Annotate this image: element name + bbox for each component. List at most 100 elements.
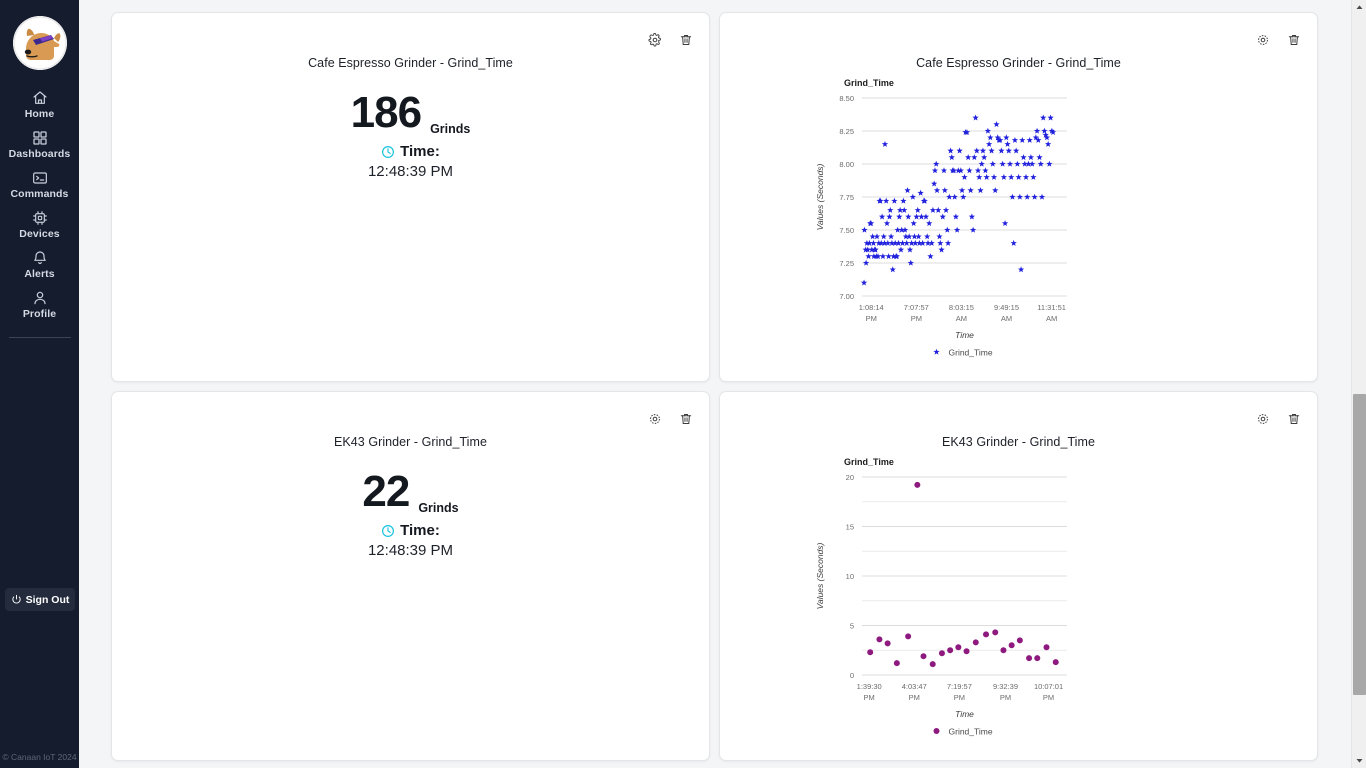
metric-body: 22 Grinds Time: 12:48:39 PM [112, 467, 709, 560]
svg-text:Values (Seconds): Values (Seconds) [815, 542, 825, 609]
sidebar-item-commands[interactable]: Commands [0, 164, 79, 204]
chip-icon [32, 209, 48, 226]
gear-icon[interactable] [1255, 32, 1270, 47]
svg-text:PM: PM [911, 314, 922, 323]
sign-out-button[interactable]: Sign Out [5, 588, 75, 611]
sidebar-divider [8, 337, 71, 338]
card-title: EK43 Grinder - Grind_Time [942, 435, 1095, 449]
sign-out-label: Sign Out [25, 593, 70, 606]
trash-icon[interactable] [678, 32, 693, 47]
svg-text:20: 20 [846, 473, 854, 482]
trash-icon[interactable] [1286, 32, 1301, 47]
metric-value: 22 [362, 467, 410, 516]
sidebar-item-devices[interactable]: Devices [0, 204, 79, 244]
card-title: Cafe Espresso Grinder - Grind_Time [308, 56, 513, 70]
svg-text:7:07:57: 7:07:57 [904, 303, 929, 312]
svg-text:11:31:51: 11:31:51 [1037, 303, 1066, 312]
gear-icon[interactable] [647, 32, 662, 47]
svg-text:PM: PM [1000, 693, 1011, 702]
scatter-chart[interactable]: Grind_Time 0 5 10 15 20 1:39:30 PM 4:03:47 PM 7:19… [720, 449, 1319, 768]
svg-text:1:39:30: 1:39:30 [857, 682, 882, 691]
clock-icon [381, 524, 395, 538]
svg-text:Grind_Time: Grind_Time [844, 78, 894, 88]
main-content: Cafe Espresso Grinder - Grind_Time 186 G… [79, 0, 1366, 768]
svg-text:9:49:15: 9:49:15 [994, 303, 1019, 312]
svg-text:PM: PM [1043, 693, 1054, 702]
svg-text:8.50: 8.50 [839, 94, 854, 103]
scroll-down-icon[interactable] [1352, 753, 1366, 768]
metric-time-value: 12:48:39 PM [367, 542, 454, 559]
svg-text:Grind_Time: Grind_Time [949, 348, 993, 358]
svg-text:Time: Time [955, 330, 974, 340]
sidebar-item-label: Home [24, 108, 55, 120]
metric-time-row: Time: [112, 143, 709, 160]
svg-text:PM: PM [909, 693, 920, 702]
metric-line: 22 Grinds [112, 467, 709, 516]
vertical-scrollbar[interactable] [1351, 0, 1366, 768]
svg-text:7.75: 7.75 [839, 193, 854, 202]
metric-unit: Grinds [418, 501, 459, 515]
svg-text:Time: Time [955, 709, 974, 719]
widget-card: EK43 Grinder - Grind_Time 22 Grinds Time… [111, 391, 710, 761]
svg-text:8:03:15: 8:03:15 [949, 303, 974, 312]
trash-icon[interactable] [1286, 411, 1301, 426]
card-title: EK43 Grinder - Grind_Time [334, 435, 487, 449]
sidebar-item-alerts[interactable]: Alerts [0, 244, 79, 284]
metric-time-label: Time: [400, 522, 440, 539]
card-actions [647, 32, 693, 47]
metric-unit: Grinds [430, 122, 471, 136]
metric-body: 186 Grinds Time: 12:48:39 PM [112, 91, 709, 181]
power-icon [11, 594, 22, 605]
trash-icon[interactable] [678, 411, 693, 426]
sidebar-item-label: Commands [10, 188, 69, 200]
svg-text:Grind_Time: Grind_Time [844, 457, 894, 467]
svg-text:Grind_Time: Grind_Time [949, 727, 993, 737]
scrollbar-thumb[interactable] [1353, 394, 1366, 695]
svg-text:7.50: 7.50 [839, 226, 854, 235]
svg-text:AM: AM [1046, 314, 1057, 323]
avatar[interactable] [12, 16, 67, 70]
svg-text:7.00: 7.00 [839, 292, 854, 301]
card-actions [647, 411, 693, 426]
home-icon [32, 89, 48, 106]
user-icon [32, 289, 48, 306]
svg-text:7.25: 7.25 [839, 259, 854, 268]
svg-text:10:07:01: 10:07:01 [1034, 682, 1063, 691]
sidebar-item-label: Alerts [24, 268, 55, 280]
svg-text:10: 10 [846, 572, 854, 581]
svg-text:AM: AM [1001, 314, 1012, 323]
svg-text:15: 15 [846, 523, 854, 532]
gear-icon[interactable] [647, 411, 662, 426]
sidebar: Home Dashboards Commands Devices Alerts … [0, 0, 79, 768]
sidebar-item-dashboards[interactable]: Dashboards [0, 124, 79, 164]
bell-icon [32, 249, 48, 266]
svg-text:7:19:57: 7:19:57 [947, 682, 972, 691]
svg-text:PM: PM [954, 693, 965, 702]
svg-text:PM: PM [864, 693, 875, 702]
card-title: Cafe Espresso Grinder - Grind_Time [916, 56, 1121, 70]
metric-time-value: 12:48:39 PM [367, 163, 454, 180]
svg-text:4:03:47: 4:03:47 [902, 682, 927, 691]
svg-text:5: 5 [850, 622, 854, 631]
metric-time-label: Time: [400, 143, 440, 160]
clock-icon [381, 145, 395, 159]
svg-text:8.00: 8.00 [839, 160, 854, 169]
gear-icon[interactable] [1255, 411, 1270, 426]
sidebar-item-home[interactable]: Home [0, 84, 79, 124]
metric-time-row: Time: [112, 522, 709, 539]
app-root: Home Dashboards Commands Devices Alerts … [0, 0, 1366, 768]
widget-card: Cafe Espresso Grinder - Grind_Time 186 G… [111, 12, 710, 382]
terminal-icon [32, 169, 48, 186]
svg-text:0: 0 [850, 671, 854, 680]
copyright-text: © Canaan IoT 2024 [2, 752, 77, 762]
sidebar-item-profile[interactable]: Profile [0, 284, 79, 324]
svg-text:8.25: 8.25 [839, 127, 854, 136]
sidebar-item-label: Devices [19, 228, 60, 240]
svg-text:AM: AM [956, 314, 967, 323]
svg-text:PM: PM [866, 314, 877, 323]
dashboard-grid: Cafe Espresso Grinder - Grind_Time 186 G… [111, 4, 1353, 768]
svg-text:1:08:14: 1:08:14 [859, 303, 884, 312]
chart-container: Grind_Time 7.00 7.25 7.50 7.75 8.00 8.25 8.50 1:… [720, 70, 1319, 390]
scroll-up-icon[interactable] [1352, 0, 1366, 15]
scatter-chart[interactable]: Grind_Time 7.00 7.25 7.50 7.75 8.00 8.25 8.50 1:… [720, 70, 1319, 390]
